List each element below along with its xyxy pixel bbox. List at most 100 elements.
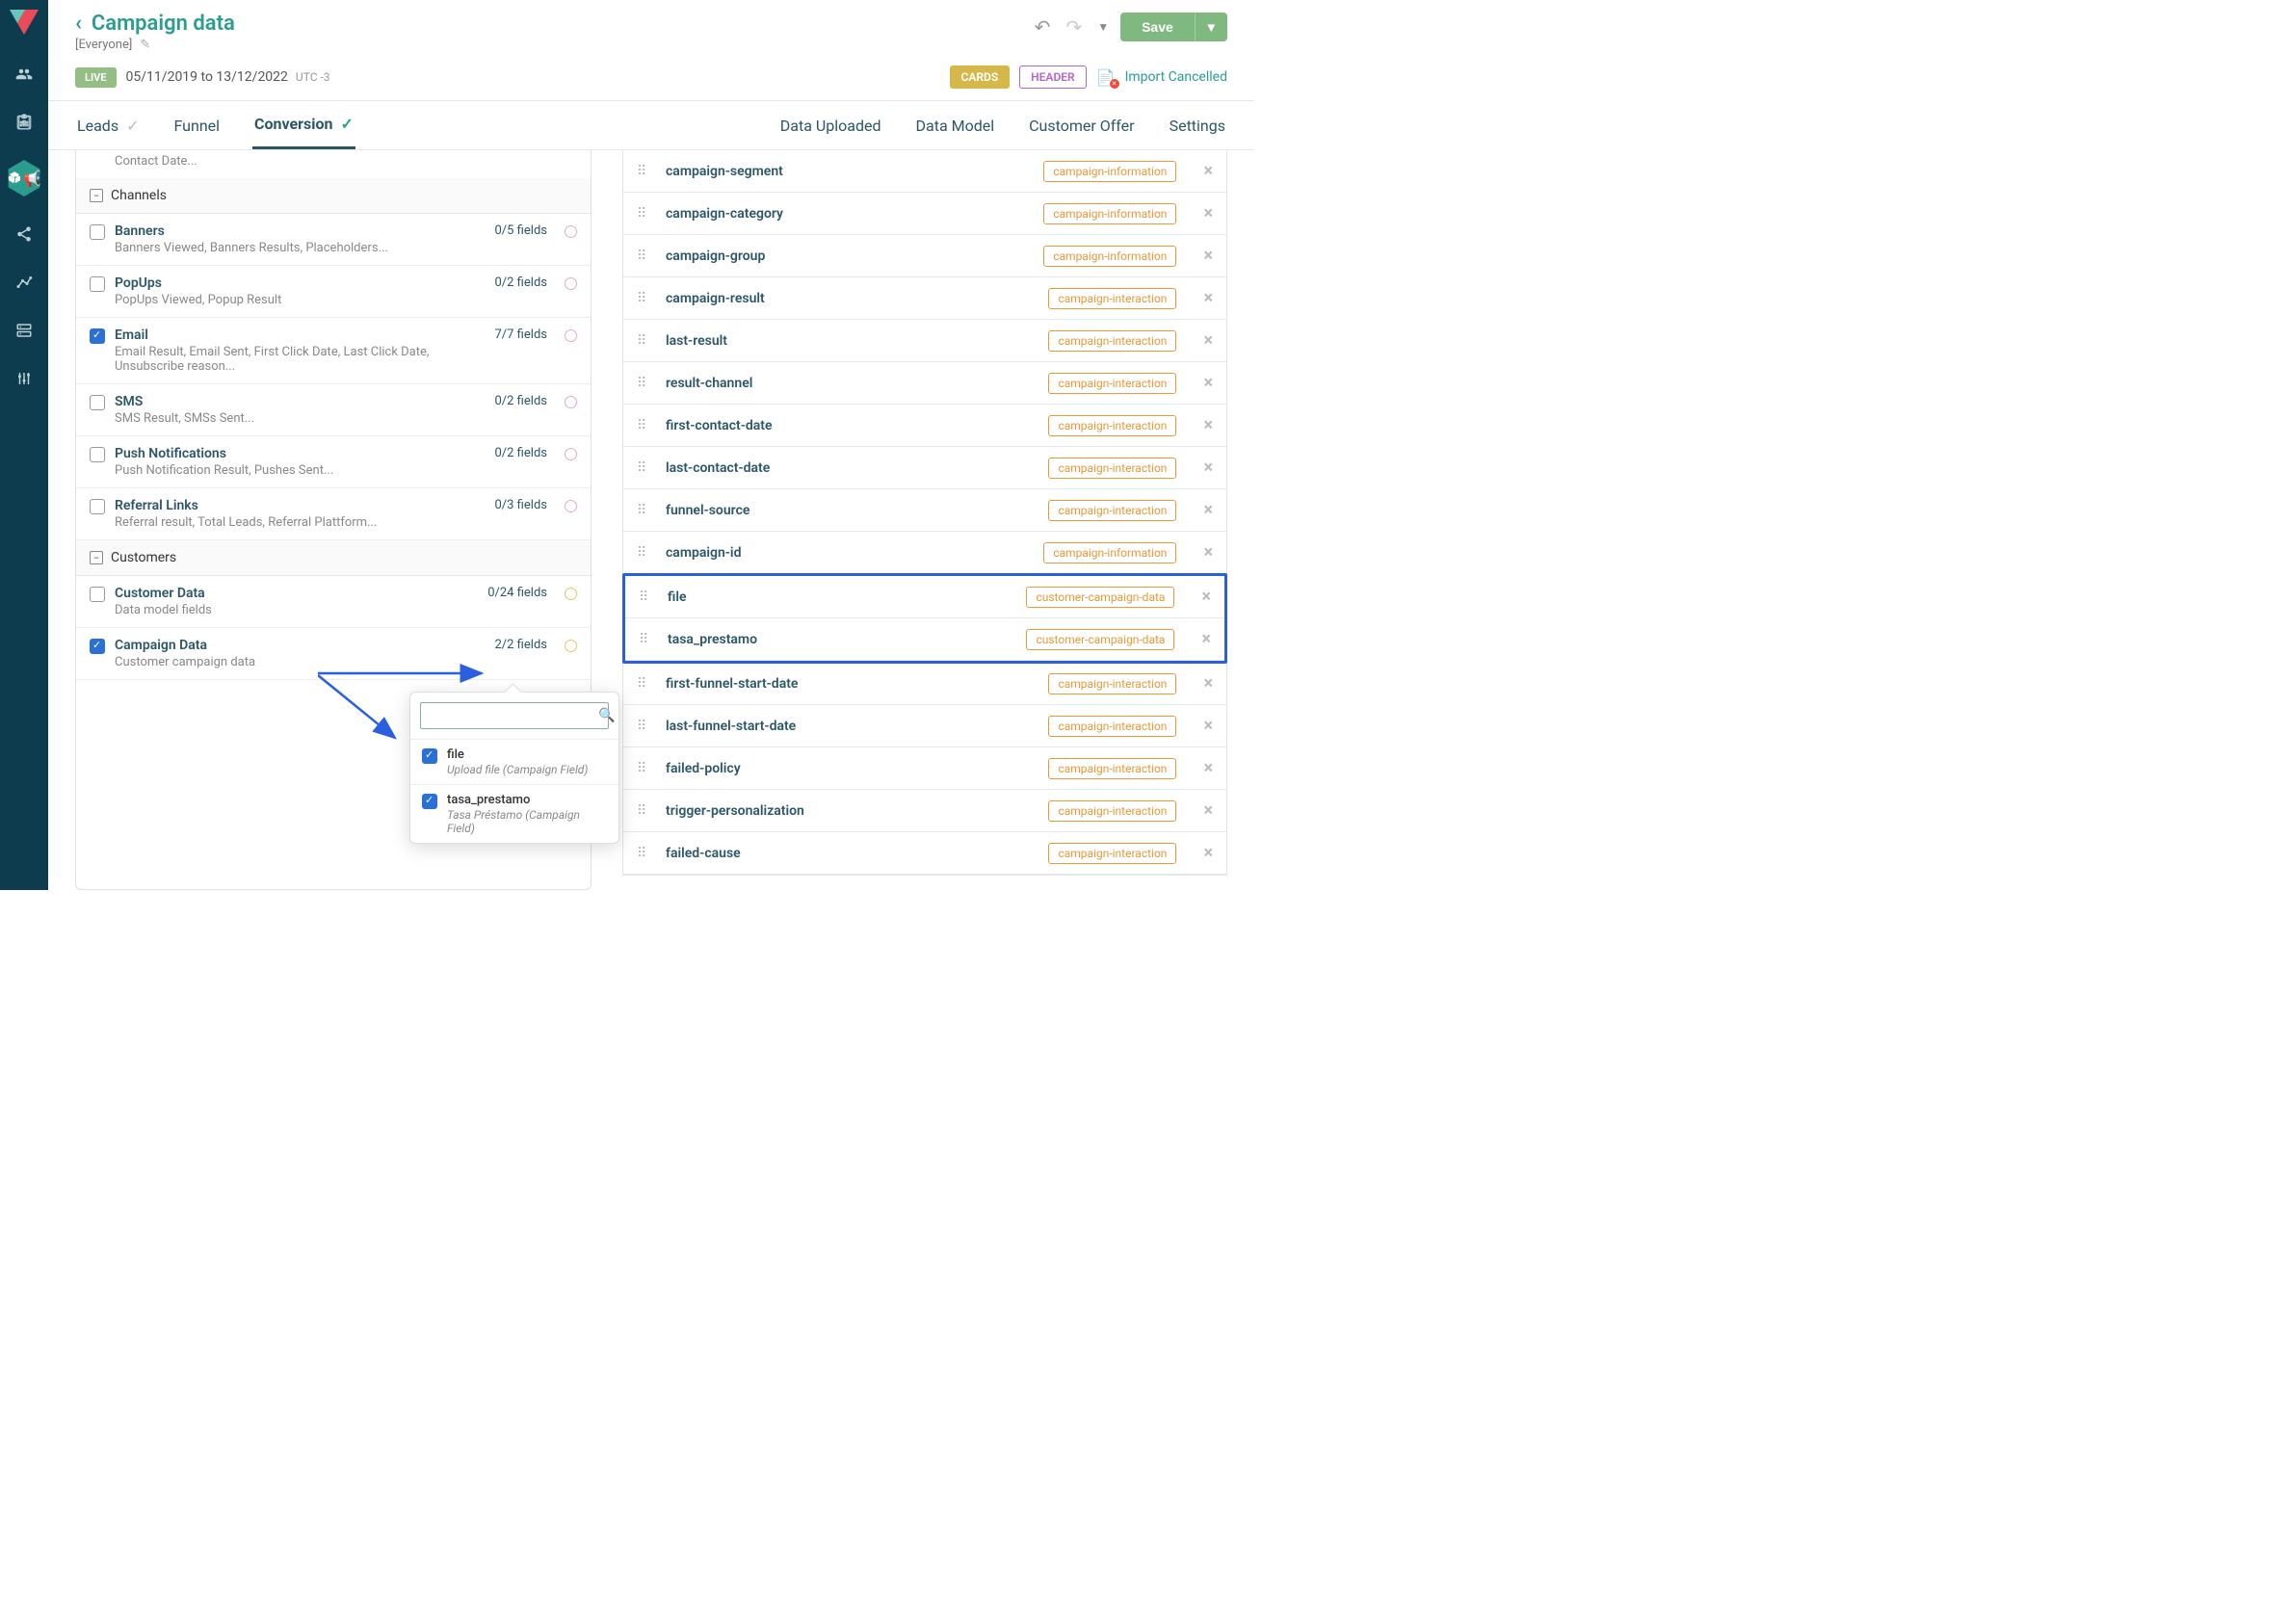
nav-share-icon[interactable] — [13, 223, 35, 245]
column-row[interactable]: ⠿tasa_prestamocustomer-campaign-data× — [625, 618, 1224, 661]
nav-clipboard-icon[interactable] — [13, 112, 35, 133]
section-header[interactable]: −Channels — [76, 178, 591, 214]
drag-handle-icon[interactable]: ⠿ — [637, 719, 654, 734]
column-row[interactable]: ⠿campaign-groupcampaign-information× — [623, 235, 1226, 277]
column-row[interactable]: ⠿filecustomer-campaign-data× — [625, 576, 1224, 618]
date-range[interactable]: 05/11/2019 to 13/12/2022 — [126, 69, 288, 85]
nav-users-icon[interactable] — [13, 64, 35, 85]
cards-badge[interactable]: CARDS — [950, 65, 1011, 89]
remove-column-icon[interactable]: × — [1203, 415, 1213, 435]
field-group-row[interactable]: PopUpsPopUps Viewed, Popup Result0/2 fie… — [76, 266, 591, 318]
column-row[interactable]: ⠿failed-causecampaign-interaction× — [623, 832, 1226, 875]
save-button[interactable]: Save — [1120, 13, 1195, 41]
tab-customer-offer[interactable]: Customer Offer — [1027, 101, 1136, 149]
drag-handle-icon[interactable]: ⠿ — [639, 632, 656, 647]
checkbox[interactable] — [422, 794, 437, 809]
collapse-icon[interactable]: − — [90, 189, 103, 202]
column-row[interactable]: ⠿funnel-sourcecampaign-interaction× — [623, 489, 1226, 532]
nav-analytics-icon[interactable] — [13, 272, 35, 293]
column-row[interactable]: ⠿first-funnel-start-datecampaign-interac… — [623, 663, 1226, 705]
column-row[interactable]: ⠿campaign-segmentcampaign-information× — [623, 150, 1226, 193]
remove-column-icon[interactable]: × — [1203, 716, 1213, 736]
nav-server-icon[interactable] — [13, 320, 35, 341]
column-row[interactable]: ⠿first-contact-datecampaign-interaction× — [623, 405, 1226, 447]
tab-leads[interactable]: Leads✓ — [75, 101, 142, 149]
remove-column-icon[interactable]: × — [1203, 373, 1213, 393]
remove-column-icon[interactable]: × — [1201, 587, 1211, 607]
remove-column-icon[interactable]: × — [1203, 203, 1213, 223]
tab-data-model[interactable]: Data Model — [914, 101, 997, 149]
drag-handle-icon[interactable]: ⠿ — [637, 676, 654, 692]
checkbox[interactable] — [90, 395, 105, 410]
remove-column-icon[interactable]: × — [1203, 500, 1213, 520]
field-group-row[interactable]: SMSSMS Result, SMSs Sent...0/2 fields — [76, 384, 591, 436]
drag-handle-icon[interactable]: ⠿ — [639, 589, 656, 605]
checkbox[interactable] — [90, 639, 105, 654]
remove-column-icon[interactable]: × — [1203, 758, 1213, 778]
column-row[interactable]: ⠿result-channelcampaign-interaction× — [623, 362, 1226, 405]
nav-settings-icon[interactable] — [13, 368, 35, 389]
tab-funnel[interactable]: Funnel — [172, 101, 223, 149]
drag-handle-icon[interactable]: ⠿ — [637, 761, 654, 776]
remove-column-icon[interactable]: × — [1203, 246, 1213, 266]
tab-settings[interactable]: Settings — [1168, 101, 1227, 149]
column-row[interactable]: ⠿last-funnel-start-datecampaign-interact… — [623, 705, 1226, 747]
drag-handle-icon[interactable]: ⠿ — [637, 846, 654, 861]
column-row[interactable]: ⠿failed-policycampaign-interaction× — [623, 747, 1226, 790]
section-header[interactable]: −Customers — [76, 540, 591, 576]
remove-column-icon[interactable]: × — [1203, 161, 1213, 181]
drag-handle-icon[interactable]: ⠿ — [637, 418, 654, 433]
popover-search-input[interactable] — [429, 709, 598, 723]
field-group-row[interactable]: BannersBanners Viewed, Banners Results, … — [76, 214, 591, 266]
column-row[interactable]: ⠿last-resultcampaign-interaction× — [623, 320, 1226, 362]
drag-handle-icon[interactable]: ⠿ — [637, 376, 654, 391]
field-group-row[interactable]: Customer DataData model fields0/24 field… — [76, 576, 591, 628]
tab-conversion[interactable]: Conversion✓ — [252, 101, 355, 149]
drag-handle-icon[interactable]: ⠿ — [637, 460, 654, 476]
popover-field-item[interactable]: fileUpload file (Campaign Field) — [410, 739, 618, 784]
remove-column-icon[interactable]: × — [1203, 330, 1213, 351]
field-group-row[interactable]: Campaign DataCustomer campaign data2/2 f… — [76, 628, 591, 680]
redo-dropdown-icon[interactable]: ▼ — [1093, 16, 1113, 38]
drag-handle-icon[interactable]: ⠿ — [637, 164, 654, 179]
remove-column-icon[interactable]: × — [1203, 458, 1213, 478]
field-group-row[interactable]: Referral LinksReferral result, Total Lea… — [76, 488, 591, 540]
checkbox[interactable] — [90, 328, 105, 344]
edit-icon[interactable]: ✎ — [140, 38, 150, 52]
drag-handle-icon[interactable]: ⠿ — [637, 545, 654, 561]
column-row[interactable]: ⠿trigger-personalizationcampaign-interac… — [623, 790, 1226, 832]
collapse-icon[interactable]: − — [90, 551, 103, 564]
save-dropdown[interactable]: ▼ — [1195, 13, 1227, 41]
remove-column-icon[interactable]: × — [1201, 629, 1211, 649]
import-status[interactable]: Import Cancelled — [1125, 69, 1227, 85]
column-row[interactable]: ⠿campaign-categorycampaign-information× — [623, 193, 1226, 235]
tab-data-uploaded[interactable]: Data Uploaded — [778, 101, 883, 149]
undo-icon[interactable]: ↶ — [1031, 12, 1055, 42]
remove-column-icon[interactable]: × — [1203, 673, 1213, 694]
drag-handle-icon[interactable]: ⠿ — [637, 803, 654, 819]
column-row[interactable]: ⠿last-contact-datecampaign-interaction× — [623, 447, 1226, 489]
drag-handle-icon[interactable]: ⠿ — [637, 503, 654, 518]
back-button[interactable]: ‹ — [75, 12, 82, 36]
nav-campaigns-icon[interactable]: 📢 — [6, 160, 42, 196]
column-row[interactable]: ⠿campaign-idcampaign-information× — [623, 532, 1226, 574]
field-group-row[interactable]: Push NotificationsPush Notification Resu… — [76, 436, 591, 488]
remove-column-icon[interactable]: × — [1203, 288, 1213, 308]
popover-field-item[interactable]: tasa_prestamoTasa Préstamo (Campaign Fie… — [410, 784, 618, 843]
checkbox[interactable] — [90, 276, 105, 292]
drag-handle-icon[interactable]: ⠿ — [637, 333, 654, 349]
checkbox[interactable] — [90, 224, 105, 240]
drag-handle-icon[interactable]: ⠿ — [637, 249, 654, 264]
popover-search[interactable]: 🔍 — [420, 702, 609, 729]
remove-column-icon[interactable]: × — [1203, 542, 1213, 563]
checkbox[interactable] — [90, 587, 105, 602]
checkbox[interactable] — [90, 499, 105, 514]
field-group-row[interactable]: EmailEmail Result, Email Sent, First Cli… — [76, 318, 591, 384]
remove-column-icon[interactable]: × — [1203, 800, 1213, 821]
checkbox[interactable] — [90, 447, 105, 462]
drag-handle-icon[interactable]: ⠿ — [637, 206, 654, 222]
header-badge[interactable]: HEADER — [1019, 65, 1086, 89]
checkbox[interactable] — [422, 748, 437, 764]
drag-handle-icon[interactable]: ⠿ — [637, 291, 654, 306]
column-row[interactable]: ⠿campaign-resultcampaign-interaction× — [623, 277, 1226, 320]
